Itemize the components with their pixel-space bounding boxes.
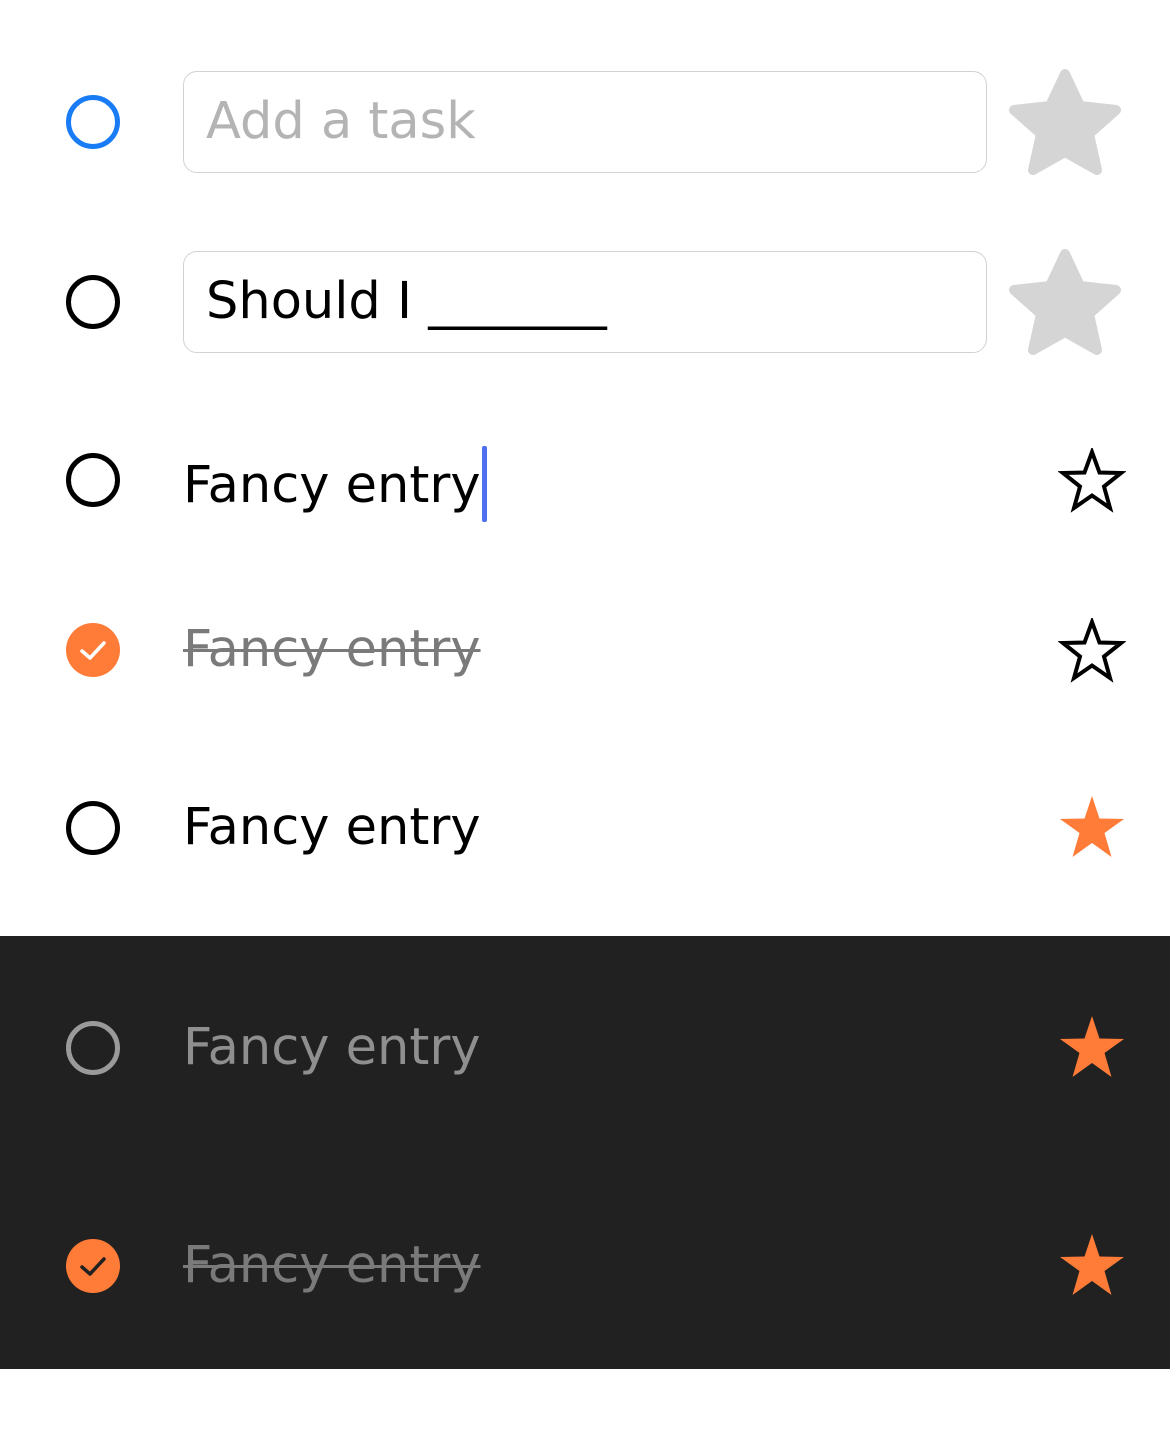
checkbox-circle[interactable]	[66, 275, 120, 329]
task-label[interactable]: Fancy entry	[183, 446, 487, 526]
checkbox-circle[interactable]	[66, 95, 120, 149]
text-caret	[481, 446, 487, 522]
checkbox-checked[interactable]	[66, 623, 120, 677]
task-label-text: Fancy entry	[183, 456, 481, 515]
task-row-editing[interactable]: Fancy entry	[0, 440, 1170, 522]
edit-task-row: Should I _______	[0, 248, 1170, 356]
task-row-completed[interactable]: Fancy entry	[0, 610, 1170, 690]
add-task-placeholder: Add a task	[206, 92, 476, 151]
task-label: Fancy entry	[183, 1236, 481, 1295]
checkbox-circle[interactable]	[66, 453, 120, 507]
star-filled-icon[interactable]	[1058, 794, 1126, 860]
task-row-dark-completed[interactable]: Fancy entry	[0, 1226, 1170, 1306]
star-filled-icon[interactable]	[1058, 1014, 1126, 1080]
star-outline-icon[interactable]	[1058, 618, 1126, 684]
add-task-input[interactable]: Add a task	[183, 71, 987, 173]
task-row-dark[interactable]: Fancy entry	[0, 1008, 1170, 1088]
task-row-starred[interactable]: Fancy entry	[0, 788, 1170, 868]
checkbox-circle[interactable]	[66, 1021, 120, 1075]
task-label: Fancy entry	[183, 798, 481, 857]
task-input-value: Should I _______	[206, 272, 607, 331]
checkbox-circle[interactable]	[66, 801, 120, 855]
new-task-row: Add a task	[0, 68, 1170, 176]
task-label: Fancy entry	[183, 1018, 481, 1077]
star-icon[interactable]	[1008, 248, 1122, 356]
checkmark-icon	[80, 1257, 106, 1276]
task-label: Fancy entry	[183, 620, 481, 679]
star-outline-icon[interactable]	[1058, 448, 1126, 514]
task-list-states: Add a task Should I _______ Fancy entry …	[0, 0, 1170, 1430]
star-filled-icon[interactable]	[1058, 1232, 1126, 1298]
task-text-input[interactable]: Should I _______	[183, 251, 987, 353]
dark-theme-section: Fancy entry Fancy entry	[0, 936, 1170, 1369]
star-icon[interactable]	[1008, 68, 1122, 176]
checkbox-checked[interactable]	[66, 1239, 120, 1293]
checkmark-icon	[80, 641, 106, 660]
